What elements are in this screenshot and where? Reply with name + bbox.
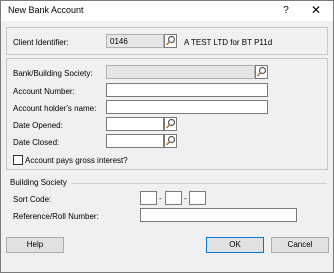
account-holder-field[interactable] bbox=[106, 100, 268, 114]
search-icon bbox=[165, 35, 176, 46]
title-help-button[interactable]: ? bbox=[277, 1, 295, 20]
account-number-field[interactable] bbox=[106, 83, 268, 97]
sort-code-separator: - bbox=[184, 194, 187, 203]
roll-number-label: Reference/Roll Number: bbox=[13, 212, 99, 221]
date-closed-label: Date Closed: bbox=[13, 138, 60, 147]
ok-button[interactable]: OK bbox=[206, 237, 264, 253]
account-number-label: Account Number: bbox=[13, 87, 75, 96]
date-opened-field[interactable] bbox=[106, 117, 164, 131]
sort-code-label: Sort Code: bbox=[13, 195, 52, 204]
close-button[interactable]: ✕ bbox=[304, 1, 328, 20]
cancel-button[interactable]: Cancel bbox=[271, 237, 329, 253]
search-icon bbox=[256, 66, 267, 77]
client-identifier-label: Client Identifier: bbox=[13, 38, 69, 47]
search-icon bbox=[165, 135, 176, 146]
sort-code-part-1[interactable] bbox=[140, 191, 157, 205]
sort-code-part-3[interactable] bbox=[189, 191, 206, 205]
new-bank-account-dialog: New Bank Account ? ✕ Client Identifier: … bbox=[0, 0, 334, 273]
gross-interest-label: Account pays gross interest? bbox=[25, 156, 128, 165]
date-opened-label: Date Opened: bbox=[13, 121, 63, 130]
account-panel: Bank/Building Society: Account Number: A… bbox=[6, 58, 328, 170]
title-bar: New Bank Account ? ✕ bbox=[1, 1, 333, 21]
bank-lookup-button[interactable] bbox=[255, 65, 268, 79]
sort-code-part-2[interactable] bbox=[165, 191, 182, 205]
client-identifier-field[interactable]: 0146 bbox=[106, 34, 164, 48]
building-society-title: Building Society bbox=[10, 178, 67, 187]
client-panel: Client Identifier: 0146 A TEST LTD for B… bbox=[6, 27, 328, 55]
client-lookup-button[interactable] bbox=[164, 34, 177, 48]
date-opened-lookup-button[interactable] bbox=[164, 117, 177, 131]
client-name: A TEST LTD for BT P11d bbox=[184, 38, 273, 47]
bank-label: Bank/Building Society: bbox=[13, 69, 93, 78]
help-button[interactable]: Help bbox=[6, 237, 64, 253]
building-society-divider bbox=[71, 183, 327, 184]
bank-field[interactable] bbox=[106, 65, 255, 79]
search-icon bbox=[165, 118, 176, 129]
gross-interest-checkbox[interactable] bbox=[13, 155, 23, 165]
sort-code-separator: - bbox=[159, 194, 162, 203]
date-closed-field[interactable] bbox=[106, 134, 164, 148]
roll-number-field[interactable] bbox=[140, 208, 297, 222]
date-closed-lookup-button[interactable] bbox=[164, 134, 177, 148]
account-holder-label: Account holder's name: bbox=[13, 104, 97, 113]
window-title: New Bank Account bbox=[8, 5, 84, 15]
